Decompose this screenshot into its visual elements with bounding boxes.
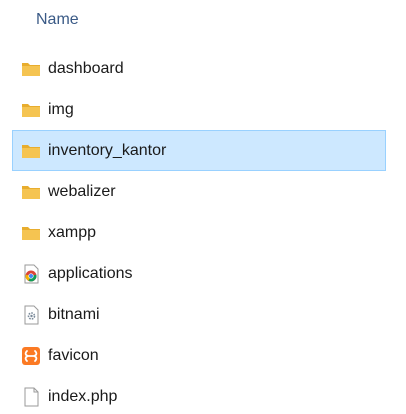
- list-item-label: webalizer: [48, 182, 116, 200]
- name-column-header[interactable]: Name: [36, 11, 79, 29]
- list-item-index-php[interactable]: index.php: [0, 376, 406, 414]
- folder-icon: [21, 182, 41, 202]
- list-item-label: index.php: [48, 387, 118, 405]
- list-item-bitnami[interactable]: bitnami: [0, 294, 406, 335]
- list-item-inventory-kantor[interactable]: inventory_kantor: [12, 130, 386, 171]
- list-item-label: inventory_kantor: [48, 141, 167, 159]
- folder-icon: [21, 100, 41, 120]
- list-item-img[interactable]: img: [0, 89, 406, 130]
- xampp-favicon-icon: [21, 346, 41, 366]
- blank-file-icon: [21, 387, 41, 407]
- file-explorer-list-view: Name dashboard img inventory_kantor weba…: [0, 0, 406, 414]
- list-item-label: xampp: [48, 223, 97, 241]
- list-item-label: dashboard: [48, 59, 124, 77]
- settings-file-icon: [21, 305, 41, 325]
- list-item-label: favicon: [48, 346, 99, 364]
- list-item-label: img: [48, 100, 74, 118]
- list-item-label: applications: [48, 264, 133, 282]
- folder-icon: [21, 59, 41, 79]
- list-item-favicon[interactable]: favicon: [0, 335, 406, 376]
- list-item-dashboard[interactable]: dashboard: [0, 48, 406, 89]
- folder-icon: [21, 223, 41, 243]
- file-list: dashboard img inventory_kantor webalizer: [0, 48, 406, 414]
- list-item-applications[interactable]: applications: [0, 253, 406, 294]
- folder-icon: [21, 141, 41, 161]
- chrome-html-file-icon: [21, 264, 41, 284]
- list-item-label: bitnami: [48, 305, 100, 323]
- list-item-webalizer[interactable]: webalizer: [0, 171, 406, 212]
- list-item-xampp[interactable]: xampp: [0, 212, 406, 253]
